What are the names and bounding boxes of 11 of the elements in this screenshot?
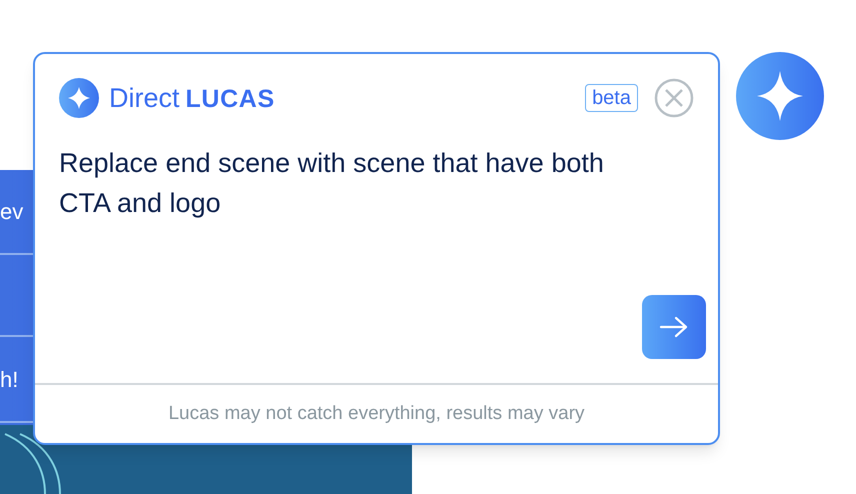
sparkle-logo-icon xyxy=(59,78,99,118)
send-button[interactable] xyxy=(642,295,706,359)
disclaimer-text: Lucas may not catch everything, results may vary xyxy=(168,402,585,426)
text-fragment: ev xyxy=(0,198,24,226)
text-fragment: h! xyxy=(0,366,18,394)
beta-badge: beta xyxy=(585,84,638,112)
prompt-field[interactable]: Replace end scene with scene that have both CTA and logo xyxy=(59,142,659,222)
brand-name: Direct xyxy=(109,82,180,115)
arrow-icon xyxy=(659,315,689,339)
sparkle-icon xyxy=(757,71,803,121)
brand-name: LUCAS xyxy=(186,84,275,115)
